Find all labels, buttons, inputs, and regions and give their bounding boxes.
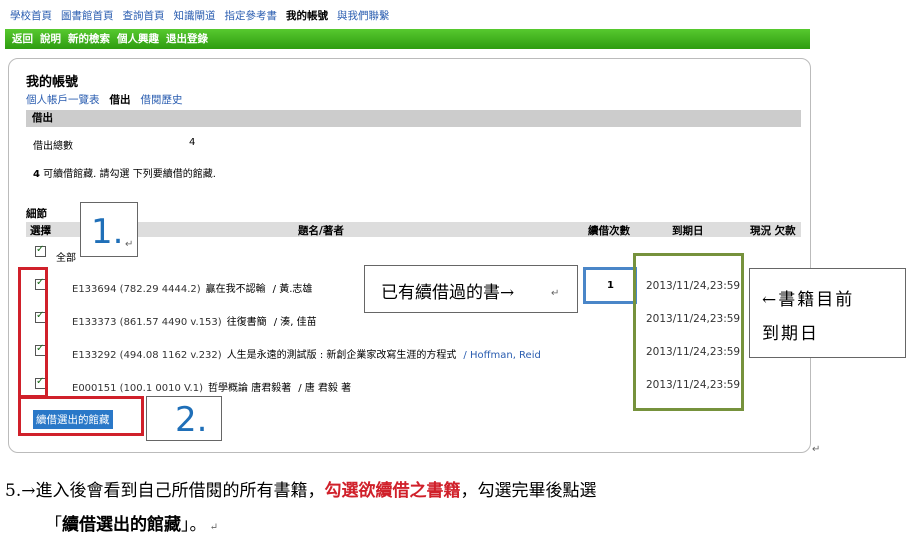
renew-message: 4 可續借館藏. 請勾選 下列要續借的館藏. <box>33 165 216 180</box>
page-title: 我的帳號 <box>26 75 79 90</box>
renewed-note: 已有續借過的書→ <box>381 283 515 303</box>
col-renewals: 續借次數 <box>588 225 630 237</box>
col-status: 現況 欠款 <box>750 225 796 237</box>
total-label: 借出總數 <box>33 141 73 152</box>
renew-message-text: 可續借館藏. 請勾選 下列要續借的館藏. <box>43 169 216 180</box>
account-tab[interactable]: 借出 <box>110 94 131 106</box>
total-value: 4 <box>189 137 196 148</box>
book-title[interactable]: 贏在我不認輸 <box>206 284 266 295</box>
step2-box: 2. <box>146 396 222 441</box>
account-tab[interactable]: 借閱歷史 <box>141 94 183 106</box>
col-due: 到期日 <box>672 225 704 237</box>
step1-box: 1. ↵ <box>80 202 138 257</box>
paragraph-mark: ↵ <box>125 239 134 250</box>
checkbox-highlight-box <box>18 267 48 398</box>
step1-label: 1. <box>91 212 124 252</box>
book-title[interactable]: 哲學概論 唐君毅著 <box>208 383 291 394</box>
action-bar-item[interactable]: 個人興趣 <box>117 33 159 45</box>
details-header: 細節 <box>26 208 47 220</box>
book-author: / 唐 君毅 著 <box>298 383 352 394</box>
call-number: E133373 (861.57 4490 v.153) <box>72 317 222 328</box>
action-bar-item[interactable]: 退出登錄 <box>166 33 208 45</box>
top-nav-item[interactable]: 知識閘道 <box>174 10 216 22</box>
instruction-button-name: 續借選出的館藏 <box>62 515 181 535</box>
table-row: E133292 (494.08 1162 v.232) 人生是永遠的測試版 : 新… <box>72 346 541 361</box>
loans-header-bar: 借出 <box>26 110 801 127</box>
call-number: E000151 (100.1 0010 V.1) <box>72 383 204 394</box>
instruction-line-1: 5.→進入後會看到自己所借閱的所有書籍，勾選欲續借之書籍，勾選完畢後點選 <box>5 481 597 501</box>
instruction-line-2: 「續借選出的館藏」。 ↵ <box>45 515 219 535</box>
book-author: / 湊, 佳苗 <box>273 317 317 328</box>
top-nav-item[interactable]: 圖書館首頁 <box>61 10 114 22</box>
button-highlight-box <box>18 396 144 436</box>
col-title: 題名/著者 <box>298 225 344 237</box>
renewals-highlight-box <box>583 267 637 304</box>
book-author: / Hoffman, Reid <box>463 350 541 361</box>
renew-count: 4 <box>33 169 40 180</box>
top-nav-item[interactable]: 學校首頁 <box>10 10 52 22</box>
action-bar-item[interactable]: 新的檢索 <box>68 33 110 45</box>
table-row: E000151 (100.1 0010 V.1) 哲學概論 唐君毅著 / 唐 君毅 … <box>72 379 351 394</box>
col-select: 選擇 <box>30 225 51 237</box>
action-bar-item[interactable]: 返回 <box>12 33 33 45</box>
top-nav: 學校首頁 圖書館首頁 查詢首頁 知識閘道 指定參考書 我的帳號 與我們聯繫 <box>10 8 399 23</box>
table-row: E133694 (782.29 4444.2) 贏在我不認輸 / 黃.志雄 <box>72 280 312 295</box>
account-tabs: 個人帳戶一覽表 借出 借閱歷史 <box>26 92 193 107</box>
select-all-label: 全部 <box>56 253 76 264</box>
book-author: / 黃.志雄 <box>272 284 313 295</box>
select-all-checkbox[interactable] <box>35 244 46 257</box>
renewed-note-box: 已有續借過的書→ ↵ <box>364 265 578 313</box>
action-bar-item[interactable]: 說明 <box>40 33 61 45</box>
call-number: E133292 (494.08 1162 v.232) <box>72 350 222 361</box>
step2-label: 2. <box>175 400 208 440</box>
due-note-line1: ←書籍目前 <box>762 290 855 310</box>
top-nav-item[interactable]: 與我們聯繫 <box>337 10 390 22</box>
action-bar: 返回 說明 新的檢索 個人興趣 退出登錄 <box>5 29 810 49</box>
book-title[interactable]: 往復書簡 <box>227 317 267 328</box>
account-tab[interactable]: 個人帳戶一覽表 <box>26 94 100 106</box>
due-note-box: ←書籍目前 到期日 <box>749 268 906 358</box>
due-date-highlight-box <box>633 253 744 411</box>
loans-header: 借出 <box>32 112 53 124</box>
instruction-highlight: 勾選欲續借之書籍 <box>324 481 461 501</box>
book-title[interactable]: 人生是永遠的測試版 : 新創企業家改寫生涯的方程式 <box>227 350 457 361</box>
top-nav-item[interactable]: 指定參考書 <box>225 10 278 22</box>
call-number: E133694 (782.29 4444.2) <box>72 284 201 295</box>
due-note-line2: 到期日 <box>762 324 819 344</box>
top-nav-item[interactable]: 查詢首頁 <box>123 10 165 22</box>
table-row: E133373 (861.57 4490 v.153) 往復書簡 / 湊, 佳苗 <box>72 313 317 328</box>
top-nav-item[interactable]: 我的帳號 <box>286 10 328 22</box>
